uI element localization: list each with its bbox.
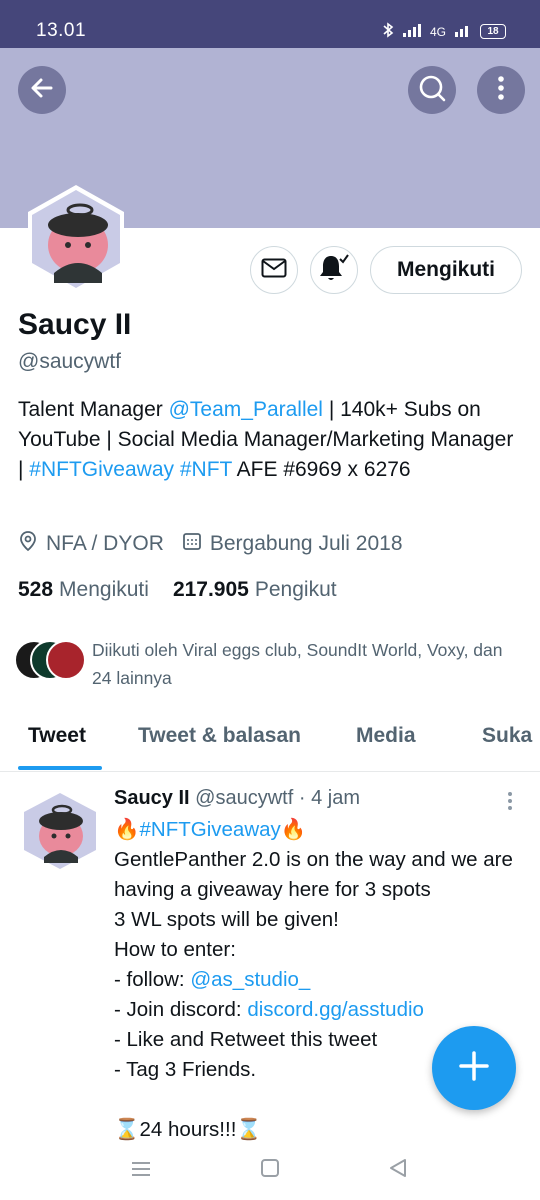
profile-location: NFA / DYOR: [18, 530, 164, 558]
profile-stats: 528 Mengikuti 217.905 Pengikut: [18, 578, 361, 602]
status-icons: 4G 18: [382, 22, 506, 41]
following-count: 528: [18, 578, 54, 601]
tweet-avatar[interactable]: [20, 791, 100, 871]
following-stat[interactable]: 528 Mengikuti: [18, 578, 149, 602]
more-vertical-icon: [497, 75, 505, 106]
more-options-button[interactable]: [477, 66, 525, 114]
battery-icon: 18: [480, 24, 506, 39]
system-navigation-bar: [0, 1148, 540, 1200]
signal-icon-2: [454, 23, 472, 40]
status-bar: 13.01 4G 18: [0, 0, 540, 48]
bio-hashtag-link[interactable]: #NFT: [180, 458, 232, 481]
joined-text: Bergabung Juli 2018: [209, 532, 403, 555]
status-time: 13.01: [36, 20, 87, 41]
followed-by[interactable]: Diikuti oleh Viral eggs club, SoundIt Wo…: [14, 636, 524, 692]
tweet-url-link[interactable]: discord.gg/asstudio: [247, 998, 424, 1021]
bio-text: Talent Manager: [18, 398, 169, 421]
followers-count: 217.905: [172, 578, 249, 601]
fire-emoji: 🔥: [280, 818, 307, 841]
compose-tweet-button[interactable]: [432, 1026, 516, 1110]
tweet-line: - follow: @as_studio_: [114, 965, 524, 995]
home-button[interactable]: [260, 1158, 280, 1183]
tweet-mention-link[interactable]: @as_studio_: [190, 968, 310, 991]
bio-mention-link[interactable]: @Team_Parallel: [169, 398, 323, 421]
followers-stat[interactable]: 217.905 Pengikut: [173, 578, 337, 602]
followed-by-avatars: [14, 640, 88, 680]
tab-media[interactable]: Media: [356, 724, 416, 748]
location-text: NFA / DYOR: [46, 532, 164, 555]
location-pin-icon: [18, 530, 38, 558]
bluetooth-icon: [382, 22, 394, 41]
menu-lines-icon: [130, 1162, 152, 1182]
tab-likes[interactable]: Suka: [482, 724, 532, 748]
tweet-time: 4 jam: [311, 787, 360, 809]
profile-tabs: Tweet Tweet & balasan Media Suka: [0, 712, 540, 772]
profile-avatar[interactable]: [20, 183, 132, 295]
mail-icon: [261, 258, 287, 283]
profile-joined: Bergabung Juli 2018: [182, 531, 403, 557]
triangle-back-icon: [388, 1159, 408, 1182]
tweet-more-button[interactable]: [500, 789, 520, 818]
tweet-author-handle[interactable]: @saucywtf: [195, 787, 293, 809]
back-button[interactable]: [18, 66, 66, 114]
profile-name: Saucy II: [18, 308, 132, 341]
following-label: Mengikuti: [59, 578, 149, 601]
signal-icon: [402, 23, 422, 40]
search-button[interactable]: [408, 66, 456, 114]
tweet-header: Saucy II @saucywtf · 4 jam: [114, 787, 360, 810]
bio-text: AFE #6969 x 6276: [231, 458, 411, 481]
followers-label: Pengikut: [254, 578, 337, 601]
tab-tweet[interactable]: Tweet: [28, 724, 86, 748]
followed-by-text: Diikuti oleh Viral eggs club, SoundIt Wo…: [92, 640, 503, 688]
tweet-hashtag-link[interactable]: #NFTGiveaway: [140, 818, 281, 841]
tab-tweet-replies[interactable]: Tweet & balasan: [138, 724, 301, 748]
arrow-left-icon: [29, 75, 55, 106]
plus-icon: [458, 1050, 490, 1087]
calendar-icon: [182, 531, 202, 557]
tweet-line: 3 WL spots will be given!: [114, 908, 339, 931]
tweet-line: 🔥#NFTGiveaway🔥: [114, 815, 524, 845]
notification-button[interactable]: [310, 246, 358, 294]
tweet-separator: ·: [298, 787, 306, 809]
tweet-line: GentlePanther 2.0 is on the way and we a…: [114, 848, 513, 901]
network-type: 4G: [429, 24, 446, 39]
search-icon: [417, 73, 447, 108]
back-nav-button[interactable]: [388, 1158, 408, 1183]
follower-avatar: [46, 640, 86, 680]
following-button[interactable]: Mengikuti: [370, 246, 522, 294]
profile-meta: NFA / DYOR Bergabung Juli 2018: [18, 530, 421, 558]
tweet-author-name[interactable]: Saucy II: [114, 787, 190, 809]
tweet-line: - Join discord: discord.gg/asstudio: [114, 995, 524, 1025]
profile-handle: @saucywtf: [18, 350, 122, 373]
profile-bio: Talent Manager @Team_Parallel | 140k+ Su…: [18, 395, 518, 485]
active-tab-indicator: [18, 766, 102, 770]
message-button[interactable]: [250, 246, 298, 294]
bell-check-icon: [318, 253, 350, 288]
tweet-text-segment: - follow:: [114, 968, 191, 991]
recent-apps-button[interactable]: [130, 1160, 152, 1183]
fire-emoji: 🔥: [114, 818, 140, 841]
tweet-text-segment: - Join discord:: [114, 998, 248, 1021]
bio-hashtag-link[interactable]: #NFTGiveaway: [29, 458, 174, 481]
square-icon: [260, 1159, 280, 1182]
tweet-line: How to enter:: [114, 938, 236, 961]
tweet-line: ⌛24 hours!!!⌛: [114, 1118, 262, 1141]
